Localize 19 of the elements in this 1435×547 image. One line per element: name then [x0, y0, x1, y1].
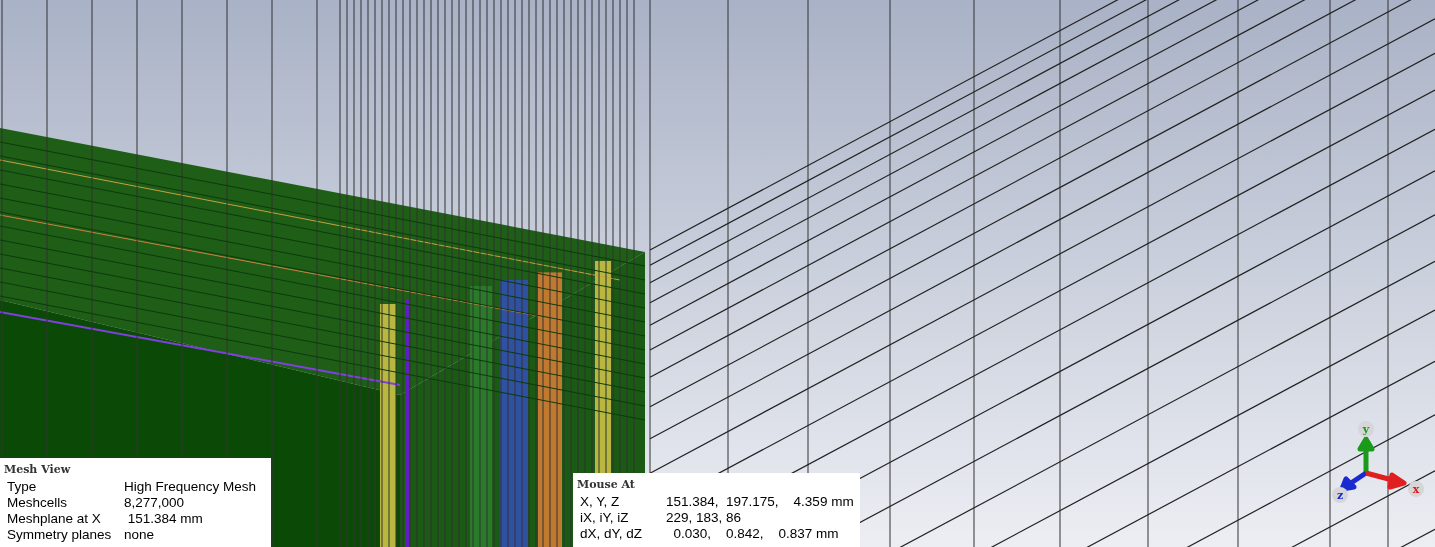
axis-label: z	[1332, 487, 1348, 503]
info-value: 0.030, 0.842, 0.837 mm	[672, 526, 839, 542]
info-value: none	[124, 527, 155, 543]
info-value: 151.384, 197.175, 4.359 mm	[666, 494, 854, 510]
info-value: High Frequency Mesh	[124, 479, 257, 495]
info-value: 151.384 mm	[126, 511, 203, 527]
axis-label: y	[1358, 421, 1374, 437]
info-label: X, Y, Z	[580, 494, 621, 510]
info-label: Type	[7, 479, 38, 495]
info-label: Symmetry planes	[7, 527, 113, 543]
info-label: Meshcells	[7, 495, 69, 511]
info-label: dX, dY, dZ	[580, 526, 644, 542]
panel-title: Mouse At	[577, 477, 636, 493]
axis-label: x	[1408, 481, 1424, 497]
info-value: 229, 183, 86	[666, 510, 742, 526]
panel-title: Mesh View	[4, 462, 72, 478]
info-label: Meshplane at X	[7, 511, 102, 527]
info-label: iX, iY, iZ	[580, 510, 630, 526]
info-value: 8,277,000	[124, 495, 185, 511]
